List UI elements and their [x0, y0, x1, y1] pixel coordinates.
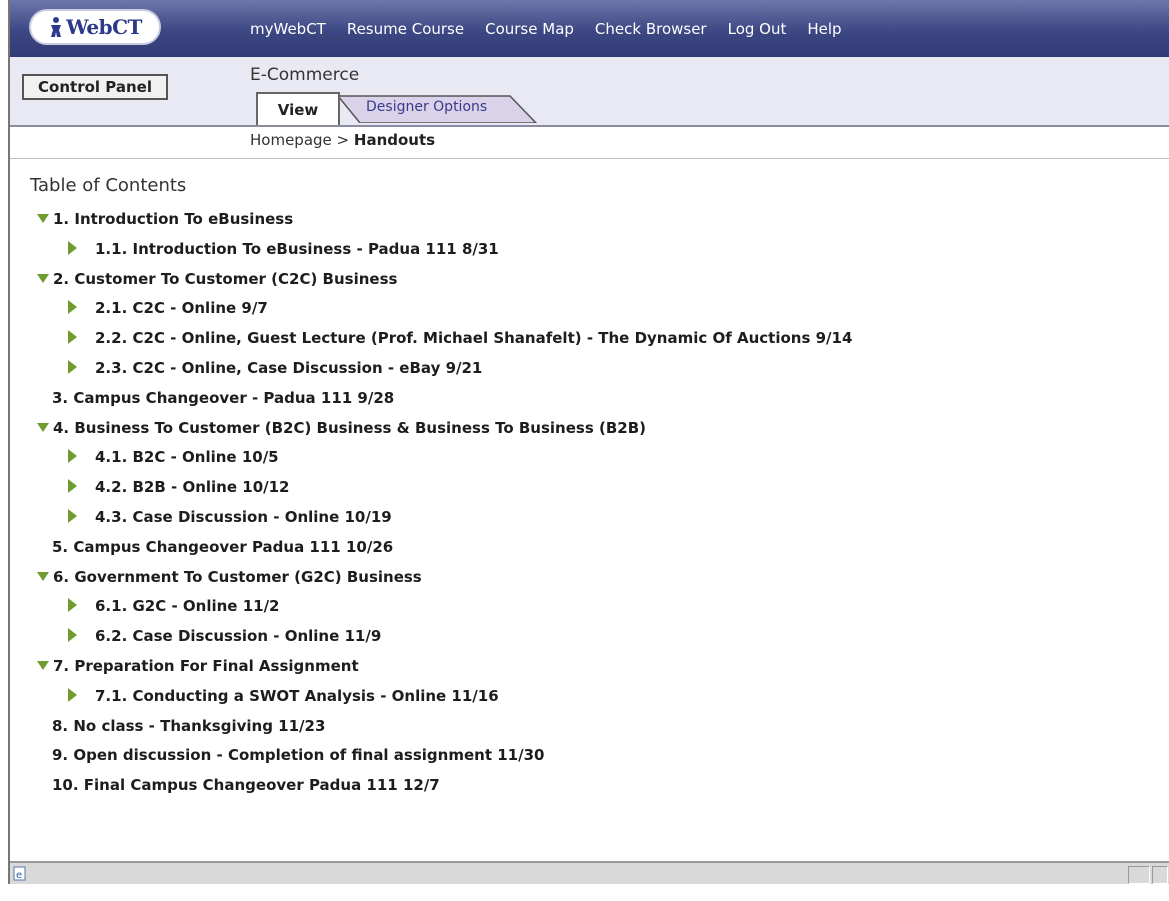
toc-subsection: 4.2. B2B - Online 10/12	[10, 473, 1169, 503]
course-title: E-Commerce	[250, 65, 360, 85]
toc-section-link[interactable]: 4. Business To Customer (B2C) Business &…	[53, 419, 646, 437]
toc-subsection-link[interactable]: 2.2. C2C - Online, Guest Lecture (Prof. …	[95, 329, 852, 347]
logo-text: WebCT	[66, 15, 142, 39]
triangle-down-icon[interactable]	[37, 273, 49, 283]
toc-section: 7. Preparation For Final Assignment	[10, 652, 1169, 682]
course-header: Control Panel E-Commerce View Designer O…	[10, 57, 1169, 127]
toc-subsection: 1.1. Introduction To eBusiness - Padua 1…	[10, 235, 1169, 265]
toc-subsection: 6.2. Case Discussion - Online 11/9	[10, 622, 1169, 652]
toc-section: 8. No class - Thanksgiving 11/23	[10, 712, 1169, 742]
breadcrumb: Homepage > Handouts	[250, 131, 435, 149]
webct-person-icon	[51, 17, 62, 37]
toc-subsection: 2.3. C2C - Online, Case Discussion - eBa…	[10, 354, 1169, 384]
ie-page-icon: e	[13, 866, 26, 881]
toc-section-link[interactable]: 7. Preparation For Final Assignment	[53, 657, 359, 675]
toc-section: 10. Final Campus Changeover Padua 111 12…	[10, 771, 1169, 801]
triangle-right-icon	[68, 508, 77, 523]
status-pane	[1128, 866, 1150, 884]
triangle-right-icon	[68, 598, 77, 613]
browser-page: WebCT myWebCT Resume Course Course Map C…	[8, 0, 1169, 884]
toc-subsection-link[interactable]: 2.3. C2C - Online, Case Discussion - eBa…	[95, 359, 482, 377]
toc-subsection-link[interactable]: 2.1. C2C - Online 9/7	[95, 299, 268, 317]
triangle-right-icon	[68, 240, 77, 255]
triangle-right-icon	[68, 449, 77, 464]
tab-view[interactable]: View	[256, 92, 340, 125]
nav-help[interactable]: Help	[807, 20, 841, 38]
webct-logo[interactable]: WebCT	[29, 9, 161, 45]
toc-subsection: 7.1. Conducting a SWOT Analysis - Online…	[10, 682, 1169, 712]
nav-check-browser[interactable]: Check Browser	[595, 20, 707, 38]
triangle-right-icon	[68, 479, 77, 494]
nav-log-out[interactable]: Log Out	[728, 20, 787, 38]
top-nav-links: myWebCT Resume Course Course Map Check B…	[250, 0, 863, 57]
toc-subsection: 2.2. C2C - Online, Guest Lecture (Prof. …	[10, 324, 1169, 354]
toc-subsection-link[interactable]: 4.1. B2C - Online 10/5	[95, 448, 279, 466]
breadcrumb-current: Handouts	[353, 131, 436, 149]
toc-section: 2. Customer To Customer (C2C) Business	[10, 265, 1169, 295]
browser-status-bar: e	[10, 861, 1169, 884]
breadcrumb-separator: >	[336, 131, 350, 149]
toc-subsection-link[interactable]: 6.2. Case Discussion - Online 11/9	[95, 627, 381, 645]
toc-section-link[interactable]: 5. Campus Changeover Padua 111 10/26	[52, 538, 393, 556]
triangle-right-icon	[68, 687, 77, 702]
toc-section-link[interactable]: 2. Customer To Customer (C2C) Business	[53, 270, 397, 288]
toc-subsection-link[interactable]: 4.3. Case Discussion - Online 10/19	[95, 508, 392, 526]
toc-section: 6. Government To Customer (G2C) Business	[10, 563, 1169, 593]
toc-subsection-link[interactable]: 1.1. Introduction To eBusiness - Padua 1…	[95, 240, 499, 258]
toc-subsection: 4.3. Case Discussion - Online 10/19	[10, 503, 1169, 533]
triangle-down-icon[interactable]	[37, 660, 49, 670]
toc-section: 4. Business To Customer (B2C) Business &…	[10, 414, 1169, 444]
svg-text:e: e	[16, 870, 22, 881]
toc-heading: Table of Contents	[30, 175, 187, 196]
triangle-down-icon[interactable]	[37, 422, 49, 432]
toc-subsection-link[interactable]: 7.1. Conducting a SWOT Analysis - Online…	[95, 687, 499, 705]
triangle-right-icon	[68, 300, 77, 315]
triangle-right-icon	[68, 359, 77, 374]
toc-section: 3. Campus Changeover - Padua 111 9/28	[10, 384, 1169, 414]
toc-subsection-link[interactable]: 6.1. G2C - Online 11/2	[95, 597, 280, 615]
toc-section: 9. Open discussion - Completion of final…	[10, 741, 1169, 771]
breadcrumb-home-link[interactable]: Homepage	[250, 131, 332, 149]
toc-subsection: 6.1. G2C - Online 11/2	[10, 592, 1169, 622]
toc-section: 5. Campus Changeover Padua 111 10/26	[10, 533, 1169, 563]
toc-section-link[interactable]: 9. Open discussion - Completion of final…	[52, 746, 544, 764]
tab-designer-options[interactable]: Designer Options	[330, 95, 538, 123]
triangle-down-icon[interactable]	[37, 214, 49, 223]
table-of-contents: 1. Introduction To eBusiness 1.1. Introd…	[10, 205, 1169, 801]
toc-section-link[interactable]: 6. Government To Customer (G2C) Business	[53, 568, 422, 586]
nav-mywebct[interactable]: myWebCT	[250, 20, 326, 38]
toc-subsection: 2.1. C2C - Online 9/7	[10, 294, 1169, 324]
top-navigation-bar: WebCT myWebCT Resume Course Course Map C…	[10, 0, 1169, 57]
triangle-down-icon[interactable]	[37, 571, 49, 581]
nav-course-map[interactable]: Course Map	[485, 20, 574, 38]
header-divider	[10, 158, 1169, 159]
toc-subsection-link[interactable]: 4.2. B2B - Online 10/12	[95, 478, 289, 496]
nav-resume-course[interactable]: Resume Course	[347, 20, 464, 38]
tab-designer-label: Designer Options	[366, 99, 488, 115]
control-panel-button[interactable]: Control Panel	[22, 74, 168, 100]
toc-section-link[interactable]: 10. Final Campus Changeover Padua 111 12…	[52, 776, 440, 794]
toc-section: 1. Introduction To eBusiness	[10, 205, 1169, 235]
status-pane	[1152, 866, 1168, 884]
toc-section-link[interactable]: 8. No class - Thanksgiving 11/23	[52, 717, 325, 735]
toc-subsection: 4.1. B2C - Online 10/5	[10, 443, 1169, 473]
triangle-right-icon	[68, 330, 77, 345]
toc-section-link[interactable]: 3. Campus Changeover - Padua 111 9/28	[52, 389, 394, 407]
triangle-right-icon	[68, 628, 77, 643]
toc-section-link[interactable]: 1. Introduction To eBusiness	[53, 210, 293, 228]
